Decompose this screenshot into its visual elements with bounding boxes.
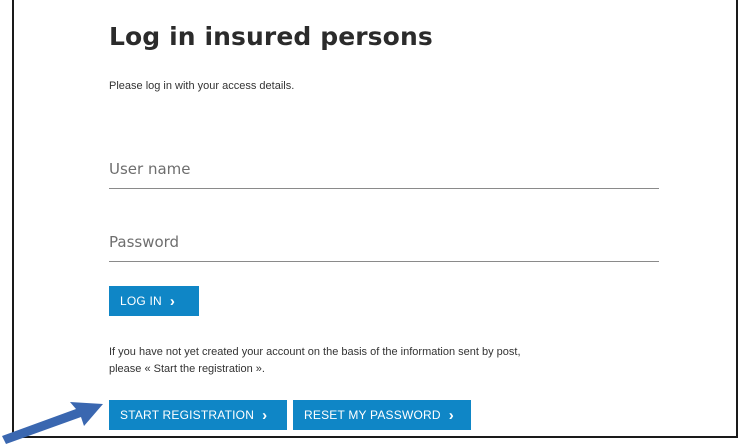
reset-password-label: RESET MY PASSWORD <box>304 408 441 422</box>
username-input[interactable] <box>109 155 659 189</box>
start-registration-label: START REGISTRATION <box>120 408 255 422</box>
reset-password-button[interactable]: RESET MY PASSWORD › <box>293 400 471 430</box>
registration-info-line2: please « Start the registration ». <box>109 363 265 375</box>
login-button[interactable]: LOG IN › <box>109 286 199 316</box>
chevron-right-icon: › <box>448 406 454 424</box>
password-input[interactable] <box>109 228 659 262</box>
page-subtitle: Please log in with your access details. <box>109 80 295 92</box>
login-panel: Log in insured persons Please log in wit… <box>12 0 738 438</box>
login-button-label: LOG IN <box>120 294 162 308</box>
registration-info-line1: If you have not yet created your account… <box>109 346 521 358</box>
chevron-right-icon: › <box>169 292 176 310</box>
page-title: Log in insured persons <box>109 22 433 51</box>
registration-info: If you have not yet created your account… <box>109 344 669 378</box>
chevron-right-icon: › <box>262 406 268 424</box>
start-registration-button[interactable]: START REGISTRATION › <box>109 400 287 430</box>
